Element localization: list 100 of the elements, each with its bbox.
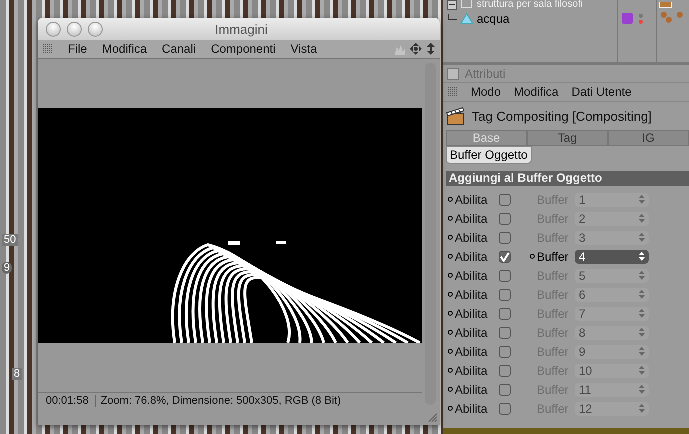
stepper-icon xyxy=(639,309,645,318)
animation-dot-icon[interactable] xyxy=(530,254,535,259)
grip-icon xyxy=(448,87,458,97)
object-title: Tag Compositing [Compositing] xyxy=(472,108,652,124)
stepper-icon xyxy=(639,271,645,280)
clapperboard-icon xyxy=(446,106,466,126)
tag-icon[interactable] xyxy=(622,13,634,24)
animation-dot-icon[interactable] xyxy=(448,197,453,202)
animation-dot-icon[interactable] xyxy=(448,311,453,316)
animation-dot-icon[interactable] xyxy=(448,387,453,392)
checkbox[interactable] xyxy=(499,364,511,376)
status-info: Zoom: 76.8%, Dimensione: 500x305, RGB (8 Bit) xyxy=(100,395,342,407)
checkbox[interactable] xyxy=(499,288,511,300)
buffer-field[interactable]: 8 xyxy=(575,326,649,340)
animation-dot-icon[interactable] xyxy=(448,406,453,411)
animation-dot-icon[interactable] xyxy=(448,254,453,259)
animation-dot-icon[interactable] xyxy=(448,235,453,240)
stepper-icon xyxy=(639,385,645,394)
object-icon xyxy=(460,0,474,10)
resize-grip-icon xyxy=(428,413,438,423)
cone-icon xyxy=(460,12,474,24)
stepper-icon xyxy=(639,214,645,223)
buffer-field[interactable]: 9 xyxy=(575,344,649,358)
checkbox-label: Abilita xyxy=(455,402,489,416)
stepper-icon xyxy=(639,233,645,242)
checkbox-label: Abilita xyxy=(455,192,489,206)
checkbox[interactable] xyxy=(499,270,511,282)
section-header: Aggiungi al Buffer Oggetto xyxy=(446,171,689,186)
window-button[interactable] xyxy=(46,22,61,36)
buffer-field[interactable]: 4 xyxy=(575,250,649,264)
animation-dot-icon[interactable] xyxy=(448,368,453,373)
buffer-field[interactable]: 1 xyxy=(575,192,649,206)
material-label: 8 xyxy=(12,368,22,380)
checkbox-label: Abilita xyxy=(455,212,489,226)
histogram-icon xyxy=(394,43,406,55)
checkbox-label: Abilita xyxy=(455,344,489,358)
grip-icon xyxy=(43,44,53,54)
menu-item[interactable]: Modifica xyxy=(102,42,148,56)
animation-dot-icon[interactable] xyxy=(448,216,453,221)
checkbox[interactable] xyxy=(499,308,511,320)
animation-dot-icon[interactable] xyxy=(448,330,453,335)
animation-dot-icon[interactable] xyxy=(448,273,453,278)
buffer-field[interactable]: 12 xyxy=(575,402,649,416)
checkbox[interactable] xyxy=(499,212,511,224)
stepper-icon xyxy=(639,404,645,413)
tab[interactable]: IG xyxy=(608,130,689,146)
window-button[interactable] xyxy=(67,22,82,36)
buffer-field[interactable]: 11 xyxy=(575,382,649,396)
checkbox-label: Abilita xyxy=(455,382,489,396)
menu-item[interactable]: File xyxy=(68,42,88,56)
move-icon xyxy=(410,43,422,55)
buffer-field[interactable]: 7 xyxy=(575,306,649,320)
checkbox[interactable] xyxy=(499,194,511,206)
checkbox[interactable] xyxy=(499,232,511,244)
object-name[interactable]: acqua xyxy=(477,12,510,26)
checkbox[interactable] xyxy=(499,326,511,338)
tree-line-icon xyxy=(447,14,457,24)
window-title: Immagini xyxy=(214,22,269,36)
menu-item[interactable]: Modifica xyxy=(514,85,559,99)
buffer-field[interactable]: 5 xyxy=(575,268,649,282)
field-label: Buffer xyxy=(537,250,570,264)
expand-icon xyxy=(447,0,457,10)
checkbox-label: Abilita xyxy=(455,250,489,264)
checkbox-label: Abilita xyxy=(455,364,489,378)
tab[interactable]: Tag xyxy=(527,130,608,146)
menu-item[interactable]: Componenti xyxy=(211,42,276,56)
checkbox-label: Abilita xyxy=(455,268,489,282)
stepper-icon xyxy=(639,328,645,337)
buffer-field[interactable]: 2 xyxy=(575,212,649,226)
stepper-icon xyxy=(639,252,645,261)
menu-item[interactable]: Modo xyxy=(471,85,502,99)
menu-item[interactable]: Dati Utente xyxy=(572,85,632,99)
vertical-arrows-icon xyxy=(426,43,436,55)
buffer-field[interactable]: 10 xyxy=(575,364,649,378)
tab[interactable]: Base xyxy=(446,130,527,146)
buffer-field[interactable]: 6 xyxy=(575,288,649,302)
stepper-icon xyxy=(639,195,645,204)
object-name[interactable]: struttura per sala filosofi xyxy=(477,0,584,10)
stepper-icon xyxy=(639,366,645,375)
menu-item[interactable]: Canali xyxy=(162,42,196,56)
menu-item[interactable]: Vista xyxy=(290,42,318,56)
checkbox-label: Abilita xyxy=(455,230,489,244)
stepper-icon xyxy=(639,347,645,356)
checkbox[interactable] xyxy=(499,346,511,358)
buffer-field[interactable]: 3 xyxy=(575,230,649,244)
animation-dot-icon[interactable] xyxy=(448,292,453,297)
tab[interactable]: Buffer Oggetto xyxy=(446,146,532,164)
visibility-dots-icon xyxy=(638,12,644,24)
checkbox[interactable] xyxy=(499,384,511,396)
checkmark-icon xyxy=(500,252,510,262)
animation-dot-icon[interactable] xyxy=(448,349,453,354)
checkbox-label: Abilita xyxy=(455,326,489,340)
panel-checkbox[interactable] xyxy=(447,68,459,80)
checkbox[interactable] xyxy=(499,250,511,262)
status-time: 00:01:58 xyxy=(38,395,96,407)
window-button[interactable] xyxy=(88,22,103,36)
checkbox[interactable] xyxy=(499,402,511,414)
checkbox-label: Abilita xyxy=(455,288,489,302)
ruler-label: 50 xyxy=(2,234,18,246)
checkbox-label: Abilita xyxy=(455,306,489,320)
